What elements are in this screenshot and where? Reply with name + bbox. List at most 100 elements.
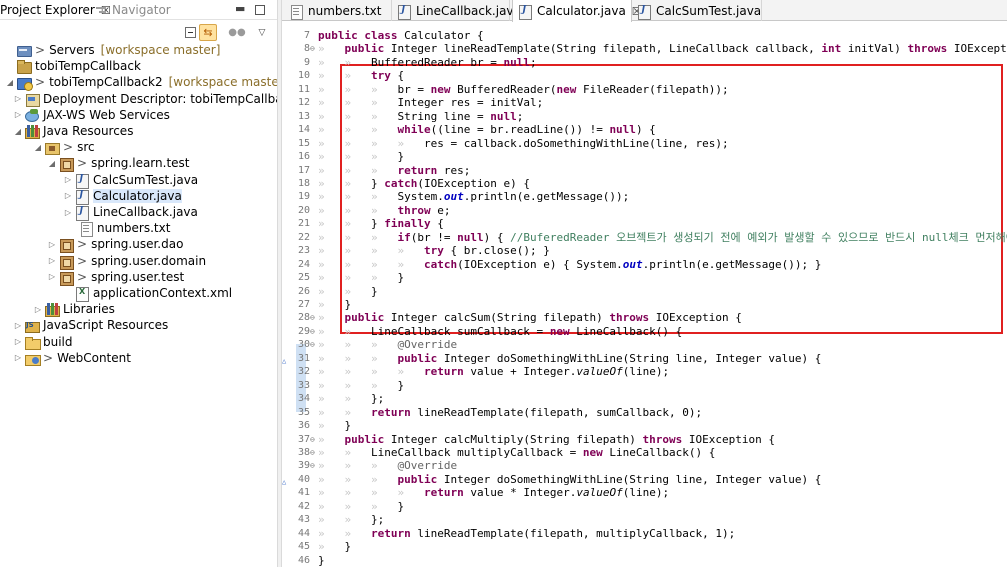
tree-item[interactable]: > Servers [workspace master] — [4, 42, 220, 58]
tree-item[interactable]: ▷ > spring.user.domain — [46, 253, 206, 270]
code-line: 43 » » }; — [282, 513, 1007, 527]
tree-item[interactable]: ▷ build — [12, 334, 73, 350]
view-menu-button[interactable]: ▽ — [253, 24, 271, 41]
code-line: 24 » » » » catch(IOException e) { System.… — [282, 258, 1007, 272]
text-file-icon — [288, 4, 304, 20]
editor-tab-calculator[interactable]: Calculator.java ☒ — [512, 0, 642, 22]
collapsed-arrow-icon[interactable]: ▷ — [32, 305, 44, 314]
collapse-all-button[interactable] — [181, 24, 199, 41]
tree-item[interactable]: ▷ Calculator.java — [62, 188, 182, 205]
code-line: 41 » » » » return value * Integer.valueOf… — [282, 486, 1007, 500]
code-line: 17 » » » return res; — [282, 164, 1007, 178]
code-text-area[interactable]: 7 public class Calculator {8 ⊖» public Int… — [282, 22, 1007, 567]
collapsed-arrow-icon[interactable]: ▷ — [12, 110, 24, 119]
tree-item[interactable]: ◢ Java Resources — [12, 123, 133, 139]
code-text: » » » » return value * Integer.valueOf(l… — [318, 486, 670, 500]
code-line: 30 ⊖» » » @Override — [282, 338, 1007, 352]
collapsed-arrow-icon[interactable]: ▷ — [12, 94, 24, 103]
collapsed-arrow-icon[interactable]: ▷ — [62, 191, 74, 200]
collapsed-arrow-icon[interactable]: ▷ — [12, 337, 24, 346]
line-number: 33 — [297, 379, 310, 391]
editor-tab-label: Calculator.java — [537, 4, 626, 18]
java-editor: numbers.txt LineCallback.java Calculator… — [282, 0, 1007, 567]
tab-project-explorer-label: Project Explorer — [0, 3, 95, 17]
code-line: △ 40» » » public Integer doSomethingWithL… — [282, 473, 1007, 487]
line-number: 9 — [303, 56, 310, 68]
expanded-arrow-icon[interactable]: ◢ — [32, 143, 44, 152]
link-with-editor-icon: ⇆ — [203, 26, 213, 39]
code-text: » » LineCallback multiplyCallback = new … — [318, 445, 716, 459]
code-line: 18 » » } catch(IOException e) { — [282, 177, 1007, 191]
tree-item-label: tobiTempCallback2 — [49, 75, 163, 90]
focus-active-task-button[interactable]: ●● — [228, 24, 246, 41]
collapsed-arrow-icon[interactable]: ▷ — [46, 240, 58, 249]
code-text: » » } catch(IOException e) { — [318, 176, 530, 190]
collapsed-arrow-icon[interactable]: ▷ — [62, 175, 74, 184]
srcfolder-icon — [44, 140, 60, 156]
code-line: 33 » » » } — [282, 379, 1007, 393]
editor-tab-numbers-txt[interactable]: numbers.txt — [284, 0, 392, 21]
expanded-arrow-icon[interactable]: ◢ — [12, 127, 24, 136]
git-dirty-marker: > — [43, 350, 54, 365]
tree-item[interactable]: ▷ > spring.user.dao — [46, 236, 184, 254]
line-number: 37 — [297, 433, 310, 445]
minimize-icon[interactable]: ▬ — [235, 3, 245, 15]
tree-item[interactable]: ◢ > src — [32, 139, 95, 156]
code-line: 34 » » }; — [282, 392, 1007, 406]
tree-item[interactable]: ◢ > tobiTempCallback2 [workspace master] — [4, 74, 288, 92]
tab-navigator[interactable]: Navigator — [96, 2, 171, 18]
code-text: » » » } — [318, 378, 405, 392]
tree-item[interactable]: ▷ Libraries — [32, 301, 115, 318]
tree-item[interactable]: tobiTempCallback — [4, 58, 141, 75]
tree-item[interactable]: applicationContext.xml — [62, 285, 232, 302]
expanded-arrow-icon[interactable]: ◢ — [4, 78, 16, 87]
java-icon — [74, 173, 90, 189]
line-number: 18 — [297, 177, 310, 189]
link-with-editor-button[interactable]: ⇆ — [199, 24, 217, 41]
collapsed-arrow-icon[interactable]: ▷ — [46, 256, 58, 265]
editor-tab-calcsumtest[interactable]: CalcSumTest.java — [632, 0, 762, 21]
package-icon — [58, 254, 74, 270]
code-text: » » LineCallback sumCallback = new LineC… — [318, 324, 683, 338]
expanded-arrow-icon[interactable]: ◢ — [46, 159, 58, 168]
line-number: 14 — [297, 124, 310, 136]
tab-project-explorer[interactable]: Project Explorer ☒ — [0, 2, 111, 18]
editor-tab-label: CalcSumTest.java — [656, 3, 762, 18]
package-icon — [58, 270, 74, 286]
collapsed-arrow-icon[interactable]: ▷ — [46, 272, 58, 281]
line-number: 44 — [297, 527, 310, 539]
tree-item-label: spring.user.dao — [91, 237, 184, 252]
code-text: » » » } — [318, 150, 405, 164]
tree-item[interactable]: ▷ LineCallback.java — [62, 204, 198, 221]
tree-item[interactable]: ▷ JavaScript Resources — [12, 317, 168, 334]
code-line: 9 » » BufferedReader br = null; — [282, 56, 1007, 70]
project-explorer-pane: Project Explorer ☒ Navigator ▬ ⇆ ●● ▽ > S… — [0, 0, 304, 567]
tree-item[interactable]: ◢ > spring.learn.test — [46, 155, 190, 173]
maximize-icon[interactable] — [255, 5, 265, 15]
line-number: 17 — [297, 164, 310, 176]
focus-icon: ●● — [228, 27, 246, 38]
collapsed-arrow-icon[interactable]: ▷ — [12, 353, 24, 362]
git-dirty-marker: > — [77, 237, 88, 252]
line-number: 40 — [297, 473, 310, 485]
tree-item[interactable]: ▷ JAX-WS Web Services — [12, 107, 170, 123]
editor-tab-linecallback[interactable]: LineCallback.java — [392, 0, 521, 21]
code-line: 27 » } — [282, 298, 1007, 312]
line-number: 45 — [297, 541, 310, 553]
tree-item-label: Java Resources — [43, 124, 134, 138]
tree-item[interactable]: numbers.txt — [66, 220, 170, 238]
collapsed-arrow-icon[interactable]: ▷ — [62, 208, 74, 217]
line-number: 25 — [297, 272, 310, 284]
line-number: 27 — [297, 299, 310, 310]
line-number: 16 — [297, 151, 310, 163]
tree-item[interactable]: ▷ > WebContent — [12, 350, 131, 366]
tree-item[interactable]: ▷ CalcSumTest.java — [62, 172, 198, 189]
tree-item[interactable]: ▷ Deployment Descriptor: tobiTempCallback… — [12, 91, 304, 107]
project-web-icon — [16, 75, 33, 92]
collapsed-arrow-icon[interactable]: ▷ — [12, 321, 24, 330]
code-text: » } — [318, 540, 352, 554]
tree-item[interactable]: ▷ > spring.user.test — [46, 269, 184, 286]
code-text: » » BufferedReader br = null; — [318, 55, 537, 69]
tree-item-label: WebContent — [57, 350, 131, 365]
code-text: » » » while((line = br.readLine()) != nu… — [318, 123, 656, 137]
